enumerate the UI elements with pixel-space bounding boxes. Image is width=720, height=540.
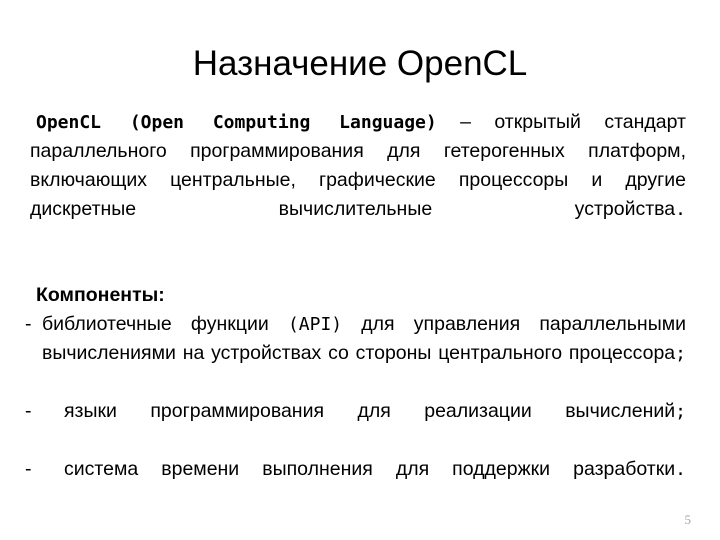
opencl-term: OpenCL (Open Computing Language) bbox=[36, 112, 437, 133]
intro-dash: – bbox=[436, 111, 495, 133]
intro-paragraph: OpenCL (Open Computing Language) – откры… bbox=[30, 108, 686, 253]
list-item-tail: система времени выполнения для поддержки… bbox=[64, 458, 676, 480]
components-heading: Компоненты: bbox=[36, 284, 165, 306]
bullet-dash-icon: - bbox=[25, 313, 32, 335]
list-item-terminator: . bbox=[675, 459, 686, 480]
bullet-dash-icon: - bbox=[25, 458, 32, 480]
list-item-lead: библиотечные функции bbox=[42, 313, 288, 335]
list-item-terminator: ; bbox=[675, 401, 686, 422]
slide-body: OpenCL (Open Computing Language) – откры… bbox=[25, 108, 686, 513]
list-item-terminator: ; bbox=[675, 343, 686, 364]
intro-period: . bbox=[675, 199, 686, 220]
page-number: 5 bbox=[684, 512, 692, 527]
bullet-dash-icon: - bbox=[25, 400, 32, 422]
api-token: (API) bbox=[287, 314, 343, 335]
list-item: - языки программирования для реализации в… bbox=[25, 397, 686, 455]
list-item-tail: языки программирования для реализации вы… bbox=[64, 400, 676, 422]
list-item: - библиотечные функции (API) для управлен… bbox=[25, 310, 686, 397]
page-title: Назначение OpenCL bbox=[192, 44, 528, 83]
components-list: - библиотечные функции (API) для управлен… bbox=[25, 310, 686, 513]
list-item: - система времени выполнения для поддержк… bbox=[25, 455, 686, 513]
slide-canvas: Назначение OpenCL OpenCL (Open Computing… bbox=[0, 0, 720, 540]
